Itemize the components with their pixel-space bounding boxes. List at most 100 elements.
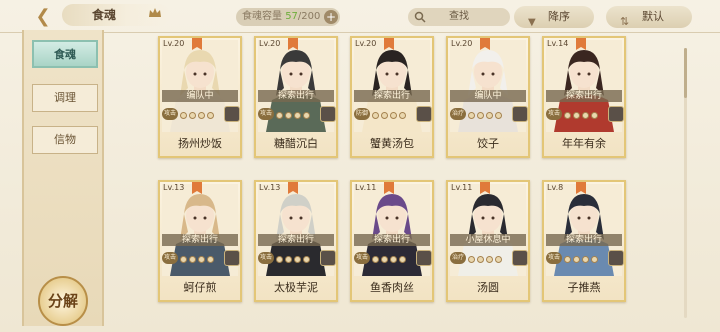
star-icon [477, 256, 484, 263]
star-icon [564, 112, 571, 119]
level-label: Lv.20 [355, 39, 377, 48]
character-card[interactable]: Lv.13 探索出行 攻击 蚵仔煎 [158, 180, 242, 302]
star-icon [303, 112, 310, 119]
capacity-indicator: 食魂容量 57/200 + [236, 8, 340, 26]
character-card[interactable]: Lv.20 探索出行 攻击 糖醋沉白 [254, 36, 338, 158]
sort-label: 降序 [548, 10, 570, 23]
equipment-icon [608, 106, 624, 122]
role-tag: 攻击 [354, 252, 370, 264]
skill-row: 攻击 [546, 104, 624, 124]
status-badge: 探索出行 [258, 234, 334, 246]
search-label: 查找 [449, 11, 469, 22]
chevron-down-icon: ▼ [528, 17, 536, 28]
level-label: Lv.14 [547, 39, 569, 48]
character-card[interactable]: Lv.14 探索出行 攻击 年年有余 [542, 36, 626, 158]
capacity-current: 57 [285, 11, 298, 22]
level-label: Lv.11 [355, 183, 377, 192]
star-icon [591, 256, 598, 263]
star-icon [399, 256, 406, 263]
decompose-button[interactable]: 分解 [38, 276, 88, 326]
level-label: Lv.20 [163, 39, 185, 48]
role-tag: 治疗 [450, 252, 466, 264]
star-icon [390, 112, 397, 119]
level-label: Lv.20 [259, 39, 281, 48]
character-name: 鱼香肉丝 [370, 281, 414, 294]
search-button[interactable]: 查找 [408, 8, 510, 26]
role-tag: 攻击 [546, 108, 562, 120]
filter-button[interactable]: ⇅ 默认 [606, 6, 692, 28]
scrollbar-thumb[interactable] [684, 48, 687, 98]
character-card[interactable]: Lv.20 编队中 治疗 饺子 [446, 36, 530, 158]
status-badge: 探索出行 [546, 90, 622, 102]
character-card[interactable]: Lv.20 探索出行 防御 蟹黄汤包 [350, 36, 434, 158]
star-icon [495, 112, 502, 119]
rank-badge-icon [576, 182, 586, 194]
back-arrow-icon: ❮ [35, 5, 51, 27]
star-icon [372, 112, 379, 119]
level-label: Lv.8 [547, 183, 564, 192]
capacity-add-button[interactable]: + [324, 10, 338, 24]
character-name: 汤圆 [477, 281, 499, 294]
character-card[interactable]: Lv.13 探索出行 攻击 太极芋泥 [254, 180, 338, 302]
star-icon [294, 112, 301, 119]
level-label: Lv.11 [451, 183, 473, 192]
rank-badge-icon [576, 38, 586, 50]
status-badge: 探索出行 [258, 90, 334, 102]
character-card[interactable]: Lv.8 探索出行 攻击 子推燕 [542, 180, 626, 302]
character-card[interactable]: Lv.11 小屋休息中 治疗 汤圆 [446, 180, 530, 302]
star-icon [477, 112, 484, 119]
star-icon [390, 256, 397, 263]
skill-row: 治疗 [450, 248, 528, 268]
skill-row: 治疗 [450, 104, 528, 124]
role-tag: 治疗 [450, 108, 466, 120]
equipment-icon [512, 106, 528, 122]
capacity-label: 食魂容量 [242, 11, 282, 22]
sort-button[interactable]: ▼ 降序 [514, 6, 594, 28]
level-label: Lv.13 [163, 183, 185, 192]
sort-arrows-icon: ⇅ [620, 15, 630, 28]
star-icon [399, 112, 406, 119]
star-icon [303, 256, 310, 263]
skill-row: 攻击 [162, 104, 240, 124]
character-name: 饺子 [477, 137, 499, 150]
tab-conditioning[interactable]: 调理 [32, 84, 98, 112]
character-name: 糖醋沉白 [274, 137, 318, 150]
role-tag: 攻击 [162, 252, 178, 264]
star-icon [207, 256, 214, 263]
rank-badge-icon [192, 38, 202, 50]
back-button[interactable]: ❮ [28, 4, 58, 28]
star-icon [486, 256, 493, 263]
role-tag: 攻击 [258, 252, 274, 264]
star-icon [582, 112, 589, 119]
star-icon [381, 112, 388, 119]
crown-icon [149, 8, 161, 17]
tab-food-soul[interactable]: 食魂 [32, 40, 98, 68]
equipment-icon [320, 250, 336, 266]
star-icon [276, 112, 283, 119]
skill-row: 攻击 [258, 248, 336, 268]
role-tag: 攻击 [258, 108, 274, 120]
star-icon [189, 112, 196, 119]
equipment-icon [224, 106, 240, 122]
divider [0, 32, 720, 33]
top-bar: ❮ 食魂 食魂容量 57/200 + 查找 ▼ 降序 ⇅ 默认 [0, 0, 720, 34]
star-icon [294, 256, 301, 263]
character-name: 太极芋泥 [274, 281, 318, 294]
character-card[interactable]: Lv.11 探索出行 攻击 鱼香肉丝 [350, 180, 434, 302]
status-badge: 探索出行 [546, 234, 622, 246]
star-icon [189, 256, 196, 263]
star-icon [198, 112, 205, 119]
status-badge: 小屋休息中 [450, 234, 526, 246]
star-icon [198, 256, 205, 263]
filter-label: 默认 [642, 10, 664, 23]
equipment-icon [224, 250, 240, 266]
tab-token[interactable]: 信物 [32, 126, 98, 154]
role-tag: 防御 [354, 108, 370, 120]
status-badge: 探索出行 [354, 90, 430, 102]
character-card[interactable]: Lv.20 编队中 攻击 扬州炒饭 [158, 36, 242, 158]
star-icon [582, 256, 589, 263]
status-badge: 编队中 [162, 90, 238, 102]
star-icon [285, 112, 292, 119]
star-icon [564, 256, 571, 263]
star-icon [591, 112, 598, 119]
